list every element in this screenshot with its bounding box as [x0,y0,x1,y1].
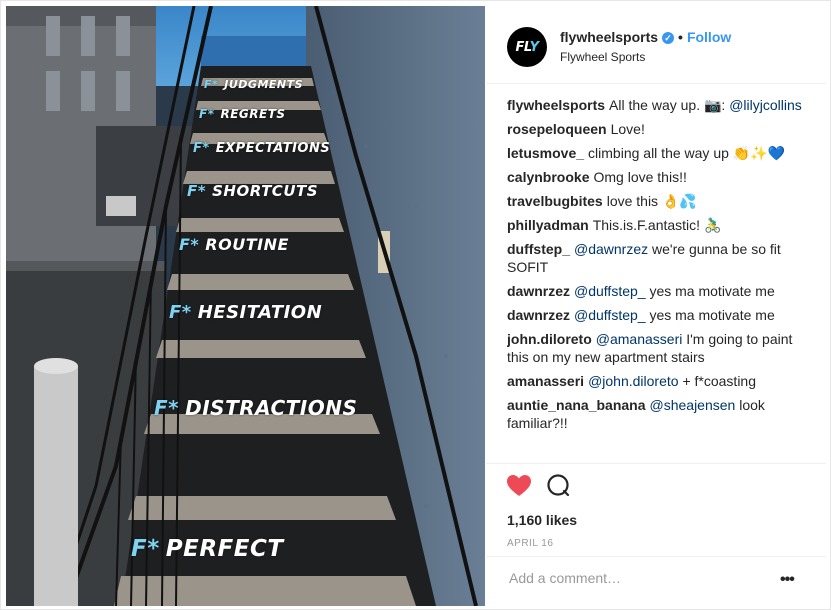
comment-username[interactable]: travelbugbites [507,193,603,209]
avatar-logo: FLY [515,39,539,55]
avatar[interactable]: FLY [507,27,547,67]
stair-word: F* SHORTCUTS [187,182,319,200]
list-item: duffstep_ @dawnrzez we're gunna be so fit… [507,240,807,276]
comment-username[interactable]: phillyadman [507,217,589,233]
comment-username[interactable]: letusmove_ [507,145,584,161]
comment-text: All the way up. 📷: [609,97,730,113]
comment-username[interactable]: dawnrzez [507,283,570,299]
list-item: flywheelsports All the way up. 📷: @lilyjc… [507,96,807,114]
comment-text: This.is.F.antastic! 🚴‍♂️ [592,217,722,233]
post-header: FLY flywheelsports ✓ • Follow Flywheel Spor… [486,6,826,84]
more-options-icon[interactable]: ••• [780,571,795,589]
comment-username[interactable]: duffstep_ [507,241,570,257]
comment-text: Love! [610,121,645,137]
list-item: rosepeloqueen Love! [507,120,807,138]
stair-word: F* HESITATION [169,302,323,323]
comment-mention[interactable]: @duffstep_ [574,307,646,323]
comment-mention[interactable]: @dawnrzez [574,241,648,257]
comment-mention[interactable]: @amanasseri [596,331,683,347]
verified-badge-icon: ✓ [662,32,675,44]
post-side-panel: FLY flywheelsports ✓ • Follow Flywheel Spor… [486,6,826,606]
list-item: calynbrooke Omg love this!! [507,168,807,186]
comment-mention[interactable]: @sheajensen [650,397,736,413]
comment-username[interactable]: john.diloreto [507,331,592,347]
likes-count[interactable]: 1,160 likes [507,512,577,528]
stair-word: F* REGRETS [199,107,286,121]
comment-mention[interactable]: @lilyjcollins [729,97,802,113]
list-item: auntie_nana_banana @sheajensen look famil… [507,396,807,432]
add-comment-input[interactable] [507,569,761,587]
comment-username[interactable]: calynbrooke [507,169,589,185]
header-user-line: flywheelsports ✓ • Follow [560,29,731,45]
comment-username[interactable]: flywheelsports [507,97,605,113]
list-item: john.diloreto @amanasseri I'm going to pa… [507,330,807,366]
post-photo[interactable]: F* JUDGMENTS F* REGRETS F* EXPECTATIONS F* S… [6,6,485,606]
heart-icon[interactable] [506,474,532,503]
stair-word: F* DISTRACTIONS [154,396,358,420]
post-username[interactable]: flywheelsports [560,29,658,45]
list-item: letusmove_ climbing all the way up 👏✨💙 [507,144,807,162]
list-item: dawnrzez @duffstep_ yes ma motivate me [507,306,807,324]
comment-username[interactable]: rosepeloqueen [507,121,607,137]
comment-mention[interactable]: @john.diloreto [588,373,679,389]
list-item: phillyadman This.is.F.antastic! 🚴‍♂️ [507,216,807,234]
list-item: travelbugbites love this 👌💦 [507,192,807,210]
comment-text: climbing all the way up 👏✨💙 [588,145,786,161]
follow-button[interactable]: Follow [687,29,731,45]
comment-text: yes ma motivate me [645,307,775,323]
stair-word: F* EXPECTATIONS [193,141,331,156]
list-item: amanasseri @john.diloreto + f*coasting [507,372,807,390]
comment-bubble-icon[interactable] [546,474,572,503]
comment-username[interactable]: dawnrzez [507,307,570,323]
comment-username[interactable]: auntie_nana_banana [507,397,646,413]
comments-list[interactable]: flywheelsports All the way up. 📷: @lilyjc… [507,96,807,461]
post-frame: F* JUDGMENTS F* REGRETS F* EXPECTATIONS F* S… [0,0,831,610]
add-comment-bar: ••• [486,556,826,602]
list-item: dawnrzez @duffstep_ yes ma motivate me [507,282,807,300]
stair-word: F* JUDGMENTS [204,78,304,91]
post-date: APRIL 16 [507,538,554,549]
comment-text: + f*coasting [678,373,756,389]
account-full-name: Flywheel Sports [560,50,646,64]
comment-text: Omg love this!! [593,169,687,185]
comment-text: yes ma motivate me [645,283,775,299]
comment-text: love this 👌💦 [606,193,697,209]
stair-word: F* PERFECT [131,536,284,562]
comment-mention[interactable]: @duffstep_ [574,283,646,299]
separator-dot: • [678,29,683,45]
comment-username[interactable]: amanasseri [507,373,584,389]
stair-word: F* ROUTINE [179,235,289,254]
